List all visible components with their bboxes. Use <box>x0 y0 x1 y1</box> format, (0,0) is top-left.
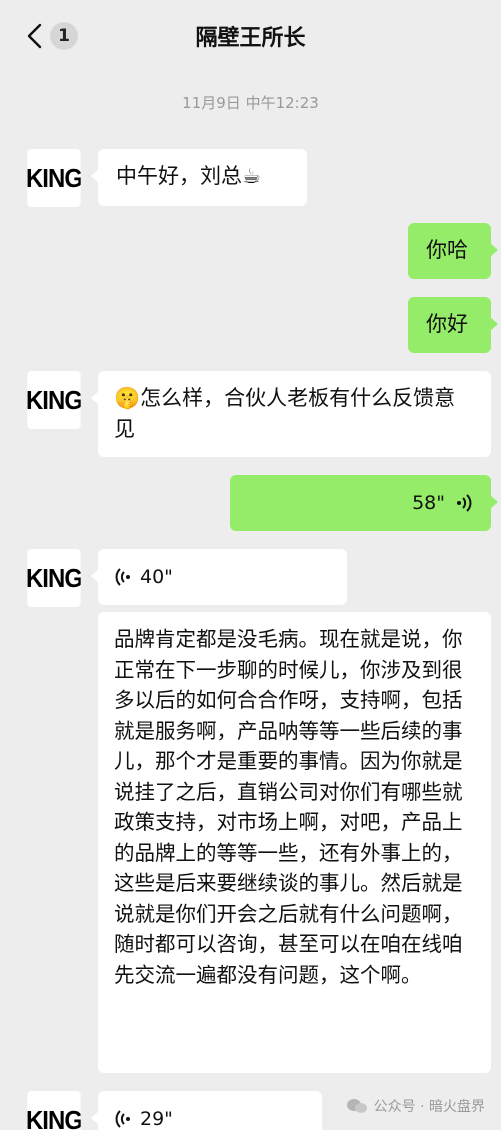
voice-wave-icon <box>115 1110 130 1128</box>
voice-duration: 40" <box>140 565 173 588</box>
voice-wave-icon <box>115 568 130 586</box>
message-timestamp: 11月9日 中午12:23 <box>182 94 319 112</box>
shushing-face-emoji: 🤫 <box>114 386 141 410</box>
voice-duration: 58" <box>412 491 445 514</box>
wechat-icon <box>346 1099 367 1113</box>
contact-avatar[interactable]: KING <box>27 1091 81 1130</box>
incoming-message[interactable]: 中午好，刘总☕ <box>91 149 307 206</box>
outgoing-message[interactable]: 你哈 <box>408 223 498 279</box>
wechat-official-account-watermark: 公众号 · 暗火盘界 <box>346 1096 485 1116</box>
message-text: 怎么样，合伙人老板有什么反馈意见 <box>114 386 456 441</box>
chat-header: 1 隔壁王所长 <box>0 0 501 72</box>
watermark-text: 公众号 · 暗火盘界 <box>373 1099 485 1115</box>
incoming-message[interactable]: 🤫怎么样，合伙人老板有什么反馈意见 <box>91 371 491 457</box>
voice-duration: 29" <box>140 1107 173 1130</box>
outgoing-message[interactable]: 你好 <box>408 297 498 353</box>
incoming-voice-message[interactable]: 40" <box>91 549 347 605</box>
contact-avatar[interactable]: KING <box>27 549 81 607</box>
outgoing-voice-message[interactable]: 58" <box>230 475 498 531</box>
incoming-voice-message[interactable]: 29" <box>91 1091 322 1130</box>
contact-avatar[interactable]: KING <box>27 371 81 429</box>
contact-avatar[interactable]: KING <box>27 149 81 207</box>
chat-title: 隔壁王所长 <box>195 26 306 51</box>
voice-transcript[interactable]: 品牌肯定都是没毛病。现在就是说，你正常在下一步聊的时候儿，你涉及到很多以后的如何… <box>98 612 491 1073</box>
voice-wave-icon <box>457 494 472 512</box>
